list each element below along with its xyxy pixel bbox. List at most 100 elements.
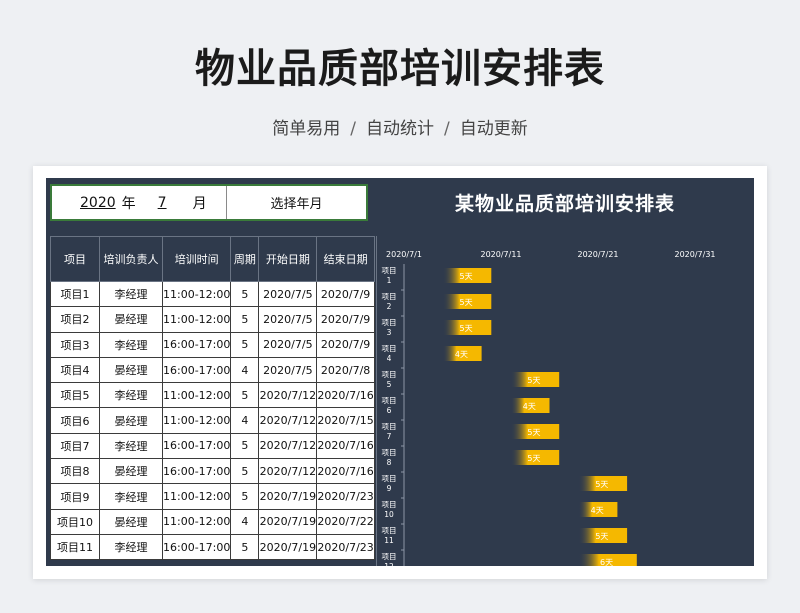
cell-start-date[interactable]: 2020/7/5 [258,280,318,308]
cell-time[interactable]: 16:00-17:00 [161,331,232,358]
cell-time[interactable]: 11:00-12:00 [161,280,232,308]
cell-cycle[interactable]: 5 [230,458,260,485]
category-label: 3 [387,328,392,337]
cell-cycle[interactable]: 5 [230,331,260,358]
category-label: 项目 [382,526,397,535]
cell-start-date[interactable]: 2020/7/5 [258,331,318,358]
table-row: 项目10 晏经理 11:00-12:00 4 2020/7/19 2020/7/22 [50,508,375,535]
cell-start-date[interactable]: 2020/7/19 [258,533,318,561]
cell-trainer[interactable]: 李经理 [99,432,163,460]
bar-data-label: 5天 [527,428,540,437]
cell-time[interactable]: 11:00-12:00 [161,508,232,535]
category-label: 项目 [382,474,397,483]
cell-cycle[interactable]: 4 [230,508,260,535]
table-row: 项目6 晏经理 11:00-12:00 4 2020/7/12 2020/7/15 [50,407,375,434]
column-header-end-date: 结束日期 [316,236,375,282]
select-year-month-button[interactable]: 选择年月 [227,186,366,219]
subtitle-separator: / [350,119,356,139]
cell-cycle[interactable]: 5 [230,533,260,561]
column-header-cycle: 周期 [230,236,260,282]
cell-trainer[interactable]: 晏经理 [99,508,163,535]
cell-project[interactable]: 项目2 [50,306,100,333]
cell-project[interactable]: 项目6 [50,407,100,434]
cell-time[interactable]: 16:00-17:00 [161,458,232,485]
cell-time[interactable]: 16:00-17:00 [161,432,232,460]
cell-trainer[interactable]: 李经理 [99,382,163,409]
cell-start-date[interactable]: 2020/7/5 [258,306,318,333]
cell-start-date[interactable]: 2020/7/5 [258,356,318,384]
cell-project[interactable]: 项目11 [50,533,100,561]
cell-trainer[interactable]: 李经理 [99,331,163,358]
cell-project[interactable]: 项目5 [50,382,100,409]
column-header-time: 培训时间 [161,236,232,282]
page-title: 物业品质部培训安排表 [195,46,605,92]
bar-data-label: 5天 [595,532,608,541]
year-value[interactable]: 2020 [80,195,116,211]
category-label: 12 [384,562,394,566]
category-label: 项目 [382,422,397,431]
cell-cycle[interactable]: 5 [230,382,260,409]
cell-cycle[interactable]: 4 [230,356,260,384]
year-unit: 年 [121,195,136,212]
cell-cycle[interactable]: 5 [230,306,260,333]
bar-data-label: 5天 [595,480,608,489]
cell-project[interactable]: 项目9 [50,483,100,510]
cell-start-date[interactable]: 2020/7/12 [258,407,318,434]
cell-trainer[interactable]: 晏经理 [99,306,163,333]
cell-end-date[interactable]: 2020/7/23 [316,483,375,510]
table-row: 项目4 晏经理 16:00-17:00 4 2020/7/5 2020/7/8 [50,356,375,384]
cell-cycle[interactable]: 4 [230,407,260,434]
cell-end-date[interactable]: 2020/7/8 [316,356,375,384]
cell-time[interactable]: 11:00-12:00 [161,382,232,409]
cell-start-date[interactable]: 2020/7/19 [258,483,318,510]
cell-project[interactable]: 项目8 [50,458,100,485]
cell-project[interactable]: 项目1 [50,280,100,308]
category-label: 项目 [382,448,397,457]
cell-project[interactable]: 项目4 [50,356,100,384]
cell-project[interactable]: 项目7 [50,432,100,460]
table-row: 项目3 李经理 16:00-17:00 5 2020/7/5 2020/7/9 [50,331,375,358]
cell-end-date[interactable]: 2020/7/9 [316,331,375,358]
cell-trainer[interactable]: 李经理 [99,483,163,510]
subtitle-part-2: 自动统计 [366,119,434,139]
cell-end-date[interactable]: 2020/7/22 [316,508,375,535]
category-label: 9 [387,484,392,493]
category-label: 1 [387,276,392,285]
cell-start-date[interactable]: 2020/7/12 [258,382,318,409]
cell-end-date[interactable]: 2020/7/16 [316,432,375,460]
cell-project[interactable]: 项目3 [50,331,100,358]
category-label: 项目 [382,266,397,275]
cell-project[interactable]: 项目10 [50,508,100,535]
bar-data-label: 6天 [600,558,613,566]
cell-trainer[interactable]: 李经理 [99,533,163,561]
sheet-card: 2020 年 7 月 选择年月 某物业品质部培训安排表 项目 培训负责人 培训时… [33,166,767,579]
cell-cycle[interactable]: 5 [230,432,260,460]
cell-trainer[interactable]: 李经理 [99,280,163,308]
column-header-start-date: 开始日期 [258,236,318,282]
cell-time[interactable]: 11:00-12:00 [161,483,232,510]
cell-end-date[interactable]: 2020/7/16 [316,458,375,485]
cell-end-date[interactable]: 2020/7/9 [316,306,375,333]
cell-start-date[interactable]: 2020/7/12 [258,458,318,485]
category-label: 10 [384,510,394,519]
cell-start-date[interactable]: 2020/7/12 [258,432,318,460]
table-row: 项目11 李经理 16:00-17:00 5 2020/7/19 2020/7/23 [50,533,375,561]
cell-trainer[interactable]: 晏经理 [99,458,163,485]
month-value[interactable]: 7 [158,195,167,211]
category-label: 2 [387,302,392,311]
cell-trainer[interactable]: 晏经理 [99,407,163,434]
cell-cycle[interactable]: 5 [230,280,260,308]
cell-time[interactable]: 11:00-12:00 [161,306,232,333]
cell-end-date[interactable]: 2020/7/15 [316,407,375,434]
cell-time[interactable]: 16:00-17:00 [161,533,232,561]
cell-start-date[interactable]: 2020/7/19 [258,508,318,535]
cell-trainer[interactable]: 晏经理 [99,356,163,384]
cell-end-date[interactable]: 2020/7/16 [316,382,375,409]
cell-cycle[interactable]: 5 [230,483,260,510]
cell-end-date[interactable]: 2020/7/9 [316,280,375,308]
cell-time[interactable]: 11:00-12:00 [161,407,232,434]
table-row: 项目2 晏经理 11:00-12:00 5 2020/7/5 2020/7/9 [50,306,375,333]
cell-end-date[interactable]: 2020/7/23 [316,533,375,561]
subtitle-part-3: 自动更新 [459,119,528,139]
cell-time[interactable]: 16:00-17:00 [161,356,232,384]
